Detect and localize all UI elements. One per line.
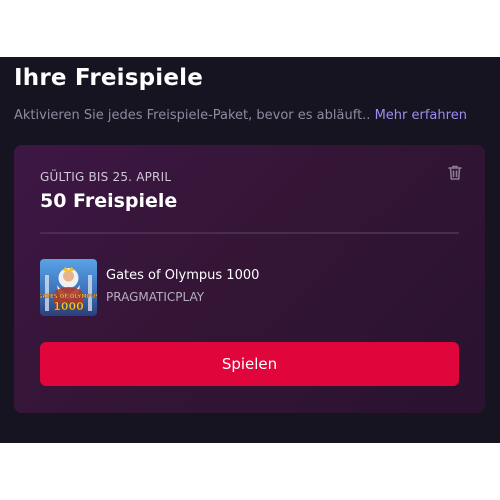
play-button[interactable]: Spielen: [40, 342, 459, 386]
subtitle-text: Aktivieren Sie jedes Freispiele-Paket, b…: [14, 108, 371, 123]
game-thumbnail[interactable]: GATES OF OLYMPUS 1000: [40, 259, 97, 316]
svg-text:1000: 1000: [53, 300, 84, 313]
divider: [40, 232, 459, 234]
free-spins-panel: Ihre Freispiele Aktivieren Sie jedes Fre…: [0, 57, 500, 443]
valid-until-label: GÜLTIG BIS 25. APRIL: [40, 170, 172, 184]
page-title: Ihre Freispiele: [14, 65, 204, 91]
page-subtitle: Aktivieren Sie jedes Freispiele-Paket, b…: [14, 108, 467, 123]
game-provider: PRAGMATICPLAY: [106, 290, 205, 304]
offer-title: 50 Freispiele: [40, 190, 178, 212]
game-name[interactable]: Gates of Olympus 1000: [106, 268, 259, 283]
free-spins-card: GÜLTIG BIS 25. APRIL 50 Freispiele GATES…: [14, 145, 485, 413]
learn-more-link[interactable]: Mehr erfahren: [375, 108, 467, 123]
trash-icon[interactable]: [445, 163, 465, 183]
